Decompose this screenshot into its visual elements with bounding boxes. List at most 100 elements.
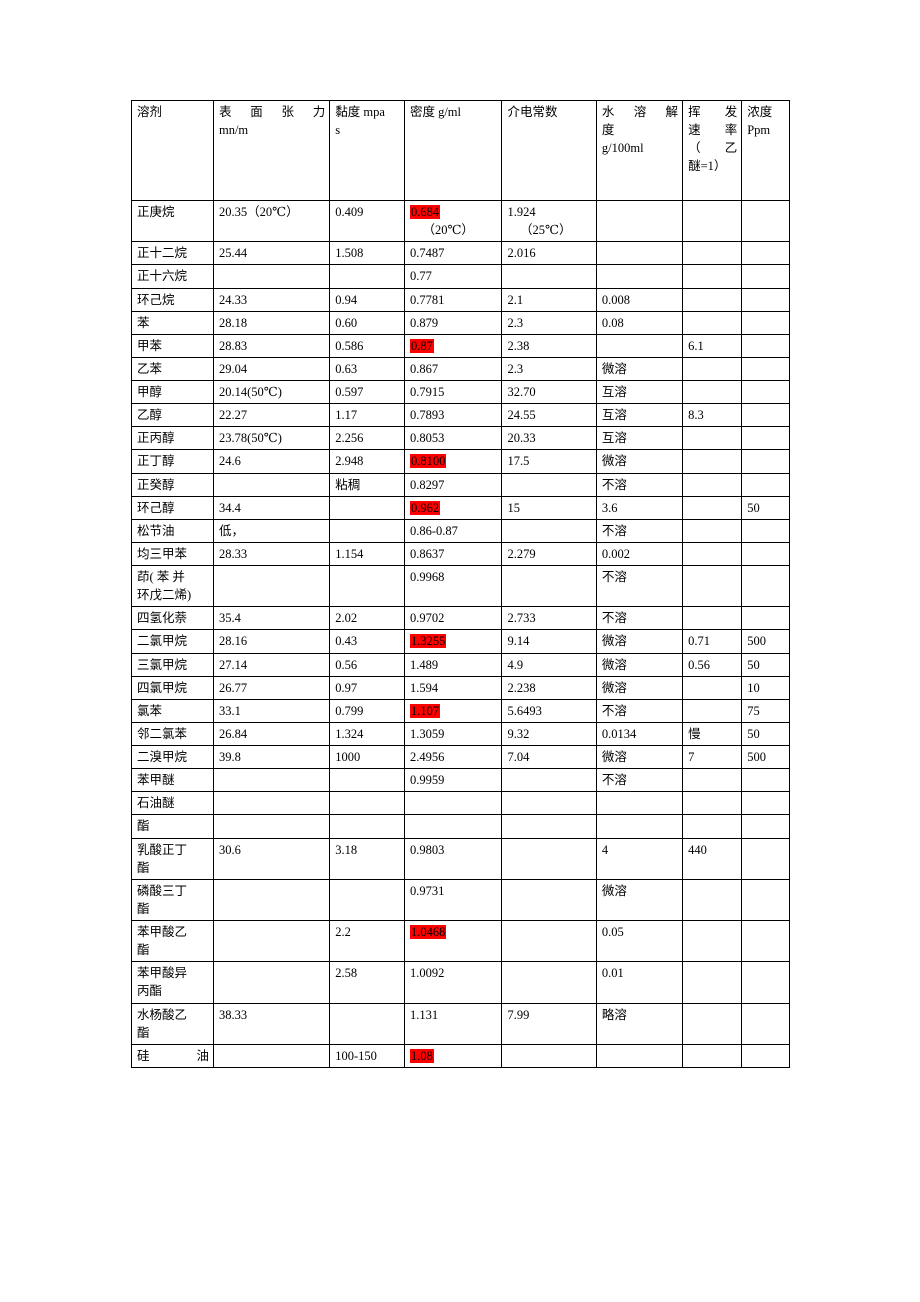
solvent-name: 邻二氯苯 <box>137 726 188 741</box>
cell-surface_tension: 29.04 <box>212 356 331 382</box>
cell-water_solubility: 不溶 <box>595 518 684 543</box>
solvent-name-line: 酯 <box>137 901 150 916</box>
cell-concentration <box>741 791 790 816</box>
cell-surface_tension: 28.16 <box>212 629 331 654</box>
cell-water_solubility <box>595 333 684 358</box>
value: 0.867 <box>409 361 439 376</box>
solvent-name: 四氢化萘 <box>137 611 188 626</box>
table-row: 正十六烷 0.77 <box>131 264 790 289</box>
cell-surface_tension: 39.8 <box>212 744 331 770</box>
value <box>507 476 591 494</box>
cell-line: 0.684 <box>409 203 498 221</box>
cell-dielectric: 2.016 <box>501 241 597 266</box>
value <box>747 794 785 812</box>
cell-water_solubility: 微溶 <box>595 652 684 677</box>
cell-evaporation_rate <box>682 379 743 405</box>
cell-viscosity: 粘稠 <box>329 472 405 497</box>
value: 1.131 <box>409 1007 439 1022</box>
value: 0.43 <box>335 634 358 649</box>
cell-surface_tension: 28.18 <box>212 310 331 335</box>
table-row: 四氯甲烷 26.77 0.97 1.594 2.238 微溶 10 <box>131 675 790 700</box>
value <box>688 267 737 285</box>
cell-evaporation_rate <box>682 791 743 816</box>
solvent-name: 环己醇 <box>137 500 175 515</box>
cell-concentration <box>741 449 790 474</box>
cell-dielectric: 2.733 <box>501 606 597 631</box>
cell-evaporation_rate <box>682 287 743 312</box>
column-header-dielectric: 介电常数 <box>501 100 597 201</box>
column-header-density: 密度 g/ml <box>403 100 503 201</box>
cell-surface_tension: 35.4 <box>212 606 331 631</box>
cell-viscosity: 3.18 <box>329 837 405 880</box>
cell-surface_tension: 23.78(50℃) <box>212 426 331 451</box>
cell-dielectric: 24.55 <box>501 403 597 428</box>
value <box>688 702 737 720</box>
cell-density: 0.9803 <box>403 837 503 880</box>
value: 38.33 <box>218 1007 248 1022</box>
table-row: 三氯甲烷 27.14 0.56 1.489 4.9 微溶 0.56 50 <box>131 652 790 677</box>
solvent-name: 正癸醇 <box>137 477 175 492</box>
cell-surface_tension <box>212 1043 331 1068</box>
value <box>747 841 785 859</box>
value: 32.70 <box>507 385 536 399</box>
value <box>688 545 737 563</box>
cell-water_solubility: 互溶 <box>595 403 684 428</box>
cell-water_solubility: 4 <box>595 837 684 880</box>
solvent-name: 甲醇 <box>137 385 163 399</box>
value <box>507 522 591 540</box>
solvent-name-cell: 正丁醇 <box>131 449 214 474</box>
value: 26.77 <box>218 680 248 695</box>
value: 慢 <box>688 726 701 741</box>
value <box>747 314 785 332</box>
value <box>688 609 737 627</box>
cell-concentration <box>741 426 790 451</box>
cell-density: 2.4956 <box>403 744 503 770</box>
table-row: 正丁醇 24.6 2.948 0.8100 17.5 微溶 <box>131 449 790 474</box>
column-header-line: 介电常数 <box>507 105 558 119</box>
cell-dielectric <box>501 264 597 289</box>
value: 2.279 <box>507 546 536 561</box>
value <box>507 923 591 941</box>
column-header-line: g/100ml <box>601 141 644 156</box>
cell-dielectric <box>501 961 597 1004</box>
value: 0.008 <box>601 292 631 307</box>
value: 0.597 <box>335 385 364 399</box>
column-header-surface_tension: 表 面 张 力 mn/m <box>212 100 331 201</box>
value <box>747 452 785 470</box>
cell-water_solubility: 不溶 <box>595 768 684 793</box>
cell-viscosity: 2.58 <box>329 961 405 1004</box>
cell-line: 1.107 <box>409 702 498 720</box>
value: 微溶 <box>601 750 627 764</box>
column-header-evaporation_rate: 挥 发速 率 （ 乙醚=1） <box>682 100 743 201</box>
value <box>747 337 785 355</box>
cell-evaporation_rate <box>682 1043 743 1068</box>
cell-surface_tension: 28.83 <box>212 333 331 358</box>
value <box>688 817 737 835</box>
value: 25.44 <box>218 246 248 261</box>
value: 2.4956 <box>409 750 445 764</box>
solvent-properties-table-container: 溶剂 表 面 张 力 mn/m 黏度 mpa s 密度 g/ml 介电常数 水 溶 解度 g/1… <box>131 100 790 1068</box>
value: 17.5 <box>507 454 530 469</box>
value <box>219 964 325 982</box>
cell-density: 0.9968 <box>403 564 503 608</box>
cell-dielectric: 2.38 <box>501 333 597 358</box>
cell-surface_tension: 20.35（20℃） <box>212 199 331 243</box>
cell-evaporation_rate <box>682 264 743 289</box>
value: 0.94 <box>335 292 358 307</box>
value: 29.04 <box>218 361 248 376</box>
value: 20.33 <box>507 431 536 446</box>
value: 0.0134 <box>601 726 637 741</box>
value: 28.18 <box>218 315 248 330</box>
solvent-name-cell: 甲醇 <box>131 379 214 405</box>
solvent-name: 石油醚 <box>137 796 175 811</box>
table-row: 正癸醇 粘稠 0.8297 不溶 <box>131 472 790 497</box>
value: 440 <box>688 842 707 857</box>
value <box>602 794 678 812</box>
column-header-concentration: 浓度 Ppm <box>741 100 790 201</box>
solvent-name: 正十二烷 <box>137 246 188 261</box>
cell-surface_tension <box>212 919 331 963</box>
cell-line: 1.3255 <box>409 632 498 650</box>
solvent-name-line: 苯甲酸乙 <box>137 925 188 939</box>
value: （20℃） <box>422 223 474 238</box>
value <box>410 817 498 835</box>
